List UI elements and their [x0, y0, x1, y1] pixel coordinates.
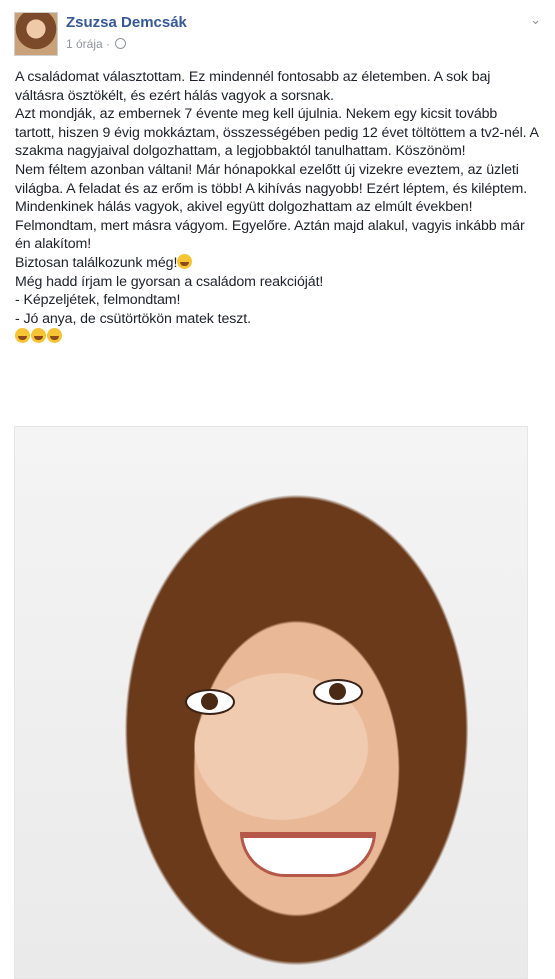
globe-icon	[115, 38, 127, 49]
post-meta: 1 órája ·	[66, 37, 127, 51]
photo-eye-right	[313, 679, 363, 705]
post-body: A családomat választottam. Ez mindennél …	[15, 69, 539, 271]
avatar[interactable]	[14, 12, 58, 56]
laughing-emoji-icon	[47, 328, 62, 344]
laughing-emoji-icon	[31, 328, 46, 344]
chevron-down-icon[interactable]: ⌄	[530, 12, 541, 28]
post-photo[interactable]	[14, 426, 528, 979]
photo-smile	[240, 832, 376, 877]
laughing-emoji-icon	[15, 328, 30, 344]
post-body-2: Még hadd írjam le gyorsan a családom rea…	[15, 273, 324, 327]
laughing-emoji-icon	[177, 253, 193, 269]
photo-eye-left	[185, 689, 235, 715]
post: Zsuzsa Demcsák 1 órája · ⌄ A családomat …	[0, 0, 555, 979]
post-header: Zsuzsa Demcsák 1 órája · ⌄	[14, 12, 541, 58]
timestamp[interactable]: 1 órája	[66, 37, 103, 51]
author-name[interactable]: Zsuzsa Demcsák	[66, 14, 187, 31]
post-text: A családomat választottam. Ez mindennél …	[15, 68, 540, 347]
